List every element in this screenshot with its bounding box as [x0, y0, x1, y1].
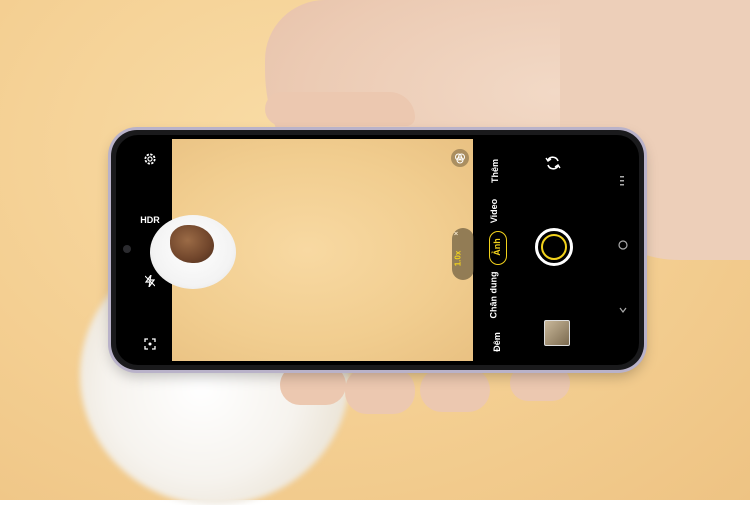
- gear-icon[interactable]: [142, 151, 158, 167]
- zoom-level-label[interactable]: 1.0x: [453, 251, 462, 267]
- filter-circles-icon[interactable]: [451, 149, 469, 167]
- finger-1: [280, 365, 346, 405]
- photo-background: HDR × 1.0x Thêm Video Ảnh Chân dung Đêm: [0, 0, 750, 505]
- pine-cone: [170, 225, 214, 263]
- hdr-toggle[interactable]: HDR: [138, 213, 162, 227]
- mode-dem[interactable]: Đêm: [492, 332, 502, 352]
- flash-off-icon[interactable]: [144, 274, 156, 288]
- mode-anh[interactable]: Ảnh: [492, 238, 502, 256]
- scan-icon[interactable]: [143, 337, 157, 351]
- finger-2: [345, 368, 415, 414]
- home-circle-icon[interactable]: [617, 239, 629, 251]
- thumb: [265, 92, 415, 126]
- camera-flip-icon[interactable]: [545, 155, 561, 171]
- mode-them[interactable]: Thêm: [490, 159, 500, 183]
- mode-video[interactable]: Video: [489, 199, 499, 223]
- shutter-inner-ring: [541, 234, 567, 260]
- finger-4: [510, 365, 570, 401]
- gallery-thumbnail[interactable]: [544, 320, 570, 346]
- mode-chan-dung[interactable]: Chân dung: [489, 272, 499, 319]
- chevron-down-icon[interactable]: [618, 305, 628, 315]
- hamburger-icon[interactable]: [617, 175, 627, 187]
- camera-hole-icon: [122, 244, 132, 254]
- finger-3: [420, 368, 490, 412]
- zoom-top-label: ×: [453, 231, 461, 236]
- hdr-label: HDR: [140, 215, 160, 225]
